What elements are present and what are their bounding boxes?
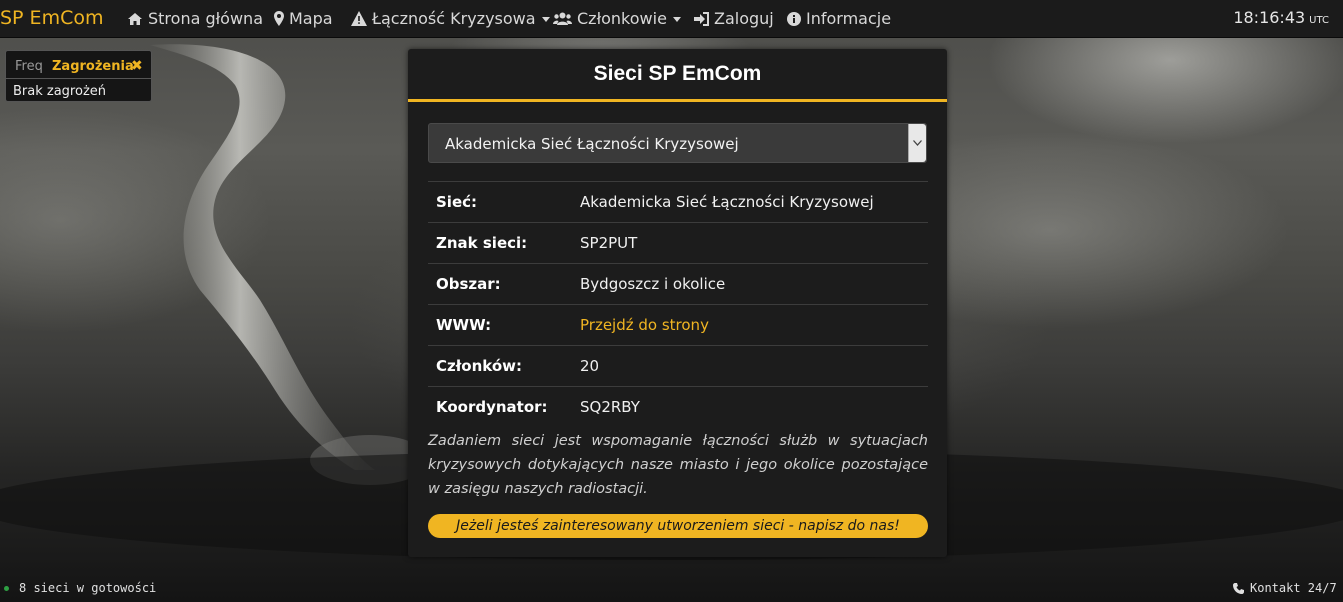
row-value: SP2PUT: [580, 222, 928, 264]
utc-clock: 18:16:43 UTC: [1233, 8, 1329, 27]
contact-cta-button[interactable]: Jeżeli jesteś zainteresowany utworzeniem…: [428, 514, 928, 538]
row-key: Znak sieci:: [428, 222, 580, 264]
row-key: Członków:: [428, 345, 580, 387]
table-row: Znak sieci: SP2PUT: [428, 222, 928, 264]
clock-zone: UTC: [1309, 15, 1329, 26]
row-key: WWW:: [428, 304, 580, 346]
nav-item-info[interactable]: Informacje: [787, 9, 891, 28]
threats-tabs: Freq Zagrożenia ✖: [6, 51, 151, 79]
warning-icon: [351, 11, 367, 26]
network-description: Zadaniem sieci jest wspomaganie łącznośc…: [428, 433, 928, 497]
sign-in-icon: [694, 11, 709, 26]
status-dot-icon: [4, 585, 9, 591]
contact-text: Kontakt 24/7: [1250, 581, 1337, 595]
nav-item-home-label: Strona główna: [148, 9, 263, 28]
close-icon[interactable]: ✖: [131, 58, 143, 74]
status-footer: 8 sieci w gotowości: [4, 581, 156, 595]
clock-time: 18:16:43: [1233, 8, 1306, 27]
nav-item-home[interactable]: Strona główna: [127, 9, 263, 28]
row-value: 20: [580, 345, 928, 387]
navbar: SP EmCom Strona główna Mapa Łączność Kry…: [0, 0, 1343, 38]
nav-item-login-label: Zaloguj: [714, 9, 774, 28]
nav-item-crisis-comms[interactable]: Łączność Kryzysowa: [351, 9, 550, 28]
nav-item-map[interactable]: Mapa: [274, 9, 333, 28]
map-marker-icon: [274, 11, 284, 26]
table-row: Koordynator: SQ2RBY: [428, 386, 928, 427]
row-key: Obszar:: [428, 263, 580, 305]
nav-item-login[interactable]: Zaloguj: [694, 9, 774, 28]
contact-footer[interactable]: Kontakt 24/7: [1233, 581, 1343, 595]
chevron-down-icon: [672, 17, 681, 22]
row-key: Sieć:: [428, 181, 580, 223]
brand-logo[interactable]: SP EmCom: [0, 7, 103, 29]
status-text: 8 sieci w gotowości: [19, 581, 157, 595]
row-key: Koordynator:: [428, 386, 580, 427]
table-row: Członków: 20: [428, 345, 928, 387]
nav-item-members[interactable]: Członkowie: [553, 9, 681, 28]
table-row: Obszar: Bydgoszcz i okolice: [428, 263, 928, 305]
website-link[interactable]: Przejdź do strony: [580, 316, 709, 334]
table-row: Sieć: Akademicka Sieć Łączności Kryzysow…: [428, 181, 928, 223]
nav-item-crisis-comms-label: Łączność Kryzysowa: [372, 9, 536, 28]
nav-item-map-label: Mapa: [289, 9, 333, 28]
chevron-down-icon[interactable]: [908, 124, 926, 162]
row-value: SQ2RBY: [580, 386, 928, 427]
nav-item-members-label: Członkowie: [577, 9, 667, 28]
nav-item-info-label: Informacje: [806, 9, 892, 28]
threats-message: Brak zagrożeń: [13, 84, 107, 99]
info-icon: [787, 11, 801, 26]
home-icon: [127, 12, 143, 26]
table-row: WWW: Przejdź do strony: [428, 304, 928, 346]
tab-threats[interactable]: Zagrożenia: [52, 59, 134, 74]
network-select[interactable]: Akademicka Sieć Łączności Kryzysowej: [428, 123, 927, 163]
phone-icon: [1233, 582, 1244, 594]
row-value: Bydgoszcz i okolice: [580, 263, 928, 305]
tab-freq[interactable]: Freq: [15, 59, 43, 74]
networks-panel: Sieci SP EmCom Akademicka Sieć Łączności…: [408, 49, 947, 557]
row-value: Akademicka Sieć Łączności Kryzysowej: [580, 181, 928, 223]
chevron-down-icon: [541, 17, 550, 22]
network-info-table: Sieć: Akademicka Sieć Łączności Kryzysow…: [428, 181, 928, 427]
panel-title: Sieci SP EmCom: [408, 49, 947, 102]
threats-widget: Freq Zagrożenia ✖ Brak zagrożeń: [5, 50, 152, 102]
network-select-value: Akademicka Sieć Łączności Kryzysowej: [445, 135, 739, 153]
users-icon: [553, 12, 572, 26]
